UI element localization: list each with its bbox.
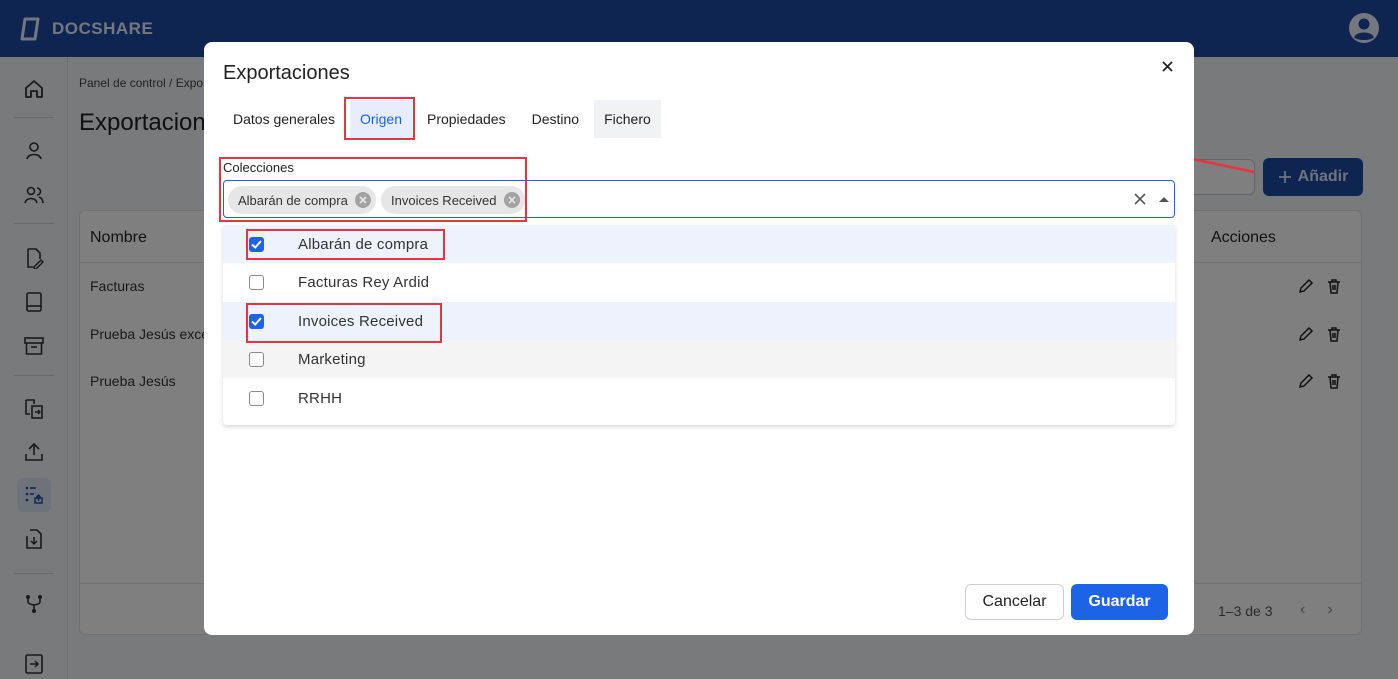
- option-label: Facturas Rey Ardid: [298, 273, 430, 291]
- checkbox[interactable]: [249, 391, 264, 406]
- chip-label: Invoices Received: [391, 192, 497, 208]
- close-icon: [1161, 60, 1173, 72]
- tab-fichero[interactable]: Fichero: [594, 100, 661, 138]
- option-label: RRHH: [298, 389, 343, 407]
- checkbox[interactable]: [249, 352, 264, 367]
- checkbox[interactable]: [249, 314, 264, 329]
- option-label: Marketing: [298, 350, 366, 368]
- list-item[interactable]: Invoices Received: [223, 302, 1175, 340]
- option-label: Invoices Received: [298, 312, 424, 330]
- tab-destino[interactable]: Destino: [522, 100, 589, 138]
- chip-remove-icon[interactable]: [354, 191, 372, 209]
- tab-propiedades[interactable]: Propiedades: [417, 100, 516, 138]
- caret-up-icon[interactable]: [1159, 197, 1169, 202]
- collections-dropdown: Albarán de compra Facturas Rey Ardid Inv…: [223, 225, 1175, 425]
- tab-datos-generales[interactable]: Datos generales: [223, 100, 345, 138]
- exports-dialog: Exportaciones Datos generales Origen Pro…: [204, 42, 1194, 635]
- clear-icon[interactable]: [1132, 191, 1148, 207]
- list-item[interactable]: Marketing: [223, 340, 1175, 378]
- option-label: Albarán de compra: [298, 235, 429, 253]
- selected-chip: Invoices Received: [381, 186, 525, 214]
- collections-select[interactable]: Albarán de compra Invoices Received: [223, 180, 1175, 218]
- save-button[interactable]: Guardar: [1071, 584, 1168, 620]
- chip-remove-icon[interactable]: [503, 191, 521, 209]
- chip-label: Albarán de compra: [238, 192, 348, 208]
- close-button[interactable]: [1157, 56, 1177, 76]
- dialog-tabs: Datos generales Origen Propiedades Desti…: [223, 100, 661, 138]
- list-item[interactable]: RRHH: [223, 379, 1175, 417]
- selected-chip: Albarán de compra: [228, 186, 376, 214]
- list-item[interactable]: Facturas Rey Ardid: [223, 263, 1175, 301]
- cancel-button[interactable]: Cancelar: [965, 584, 1064, 620]
- dialog-title: Exportaciones: [223, 62, 350, 84]
- collections-label: Colecciones: [223, 160, 294, 175]
- tab-origen[interactable]: Origen: [349, 100, 412, 138]
- list-item[interactable]: Albarán de compra: [223, 225, 1175, 263]
- checkbox[interactable]: [249, 275, 264, 290]
- checkbox[interactable]: [249, 237, 264, 252]
